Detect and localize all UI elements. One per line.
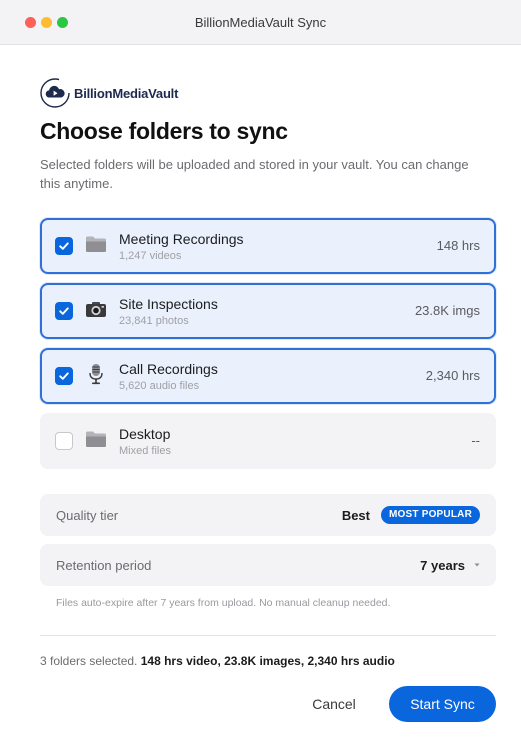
folder-row-desktop[interactable]: Desktop Mixed files --: [40, 413, 496, 469]
folder-size: 2,340 hrs: [425, 368, 480, 383]
folder-item-count: 23,841 photos: [119, 315, 189, 327]
folder-row-meeting-recordings[interactable]: Meeting Recordings 1,247 videos 148 hrs: [40, 218, 496, 274]
folder-row-site-inspections[interactable]: Site Inspections 23,841 photos 23.8K img…: [40, 283, 496, 339]
folder-checkbox[interactable]: [55, 432, 73, 450]
page-title: Choose folders to sync: [40, 118, 288, 144]
folder-row-call-recordings[interactable]: Call Recordings 5,620 audio files 2,340 …: [40, 348, 496, 404]
microphone-icon: [84, 362, 108, 386]
retention-period-select[interactable]: Retention period 7 years: [40, 544, 496, 586]
folder-icon: [84, 427, 108, 451]
folder-name: Desktop: [119, 426, 171, 442]
folder-name: Meeting Recordings: [119, 231, 244, 247]
divider: [40, 635, 496, 636]
brand-name: BillionMediaVault: [74, 85, 179, 101]
quality-tier-value: Best: [341, 508, 370, 523]
folder-checkbox[interactable]: [55, 237, 73, 255]
folder-item-count: 1,247 videos: [119, 250, 182, 262]
folder-name: Call Recordings: [119, 361, 218, 377]
most-popular-badge: MOST POPULAR: [381, 506, 480, 524]
selection-details: 148 hrs video, 23.8K images, 2,340 hrs a…: [140, 654, 395, 668]
folder-item-count: 5,620 audio files: [119, 380, 200, 392]
cancel-button[interactable]: Cancel: [300, 688, 368, 720]
window-title: BillionMediaVault Sync: [194, 15, 327, 30]
quality-tier-row[interactable]: Quality tier Best MOST POPULAR: [40, 494, 496, 536]
retention-period-label: Retention period: [56, 558, 152, 573]
folder-checkbox[interactable]: [55, 302, 73, 320]
checkmark-icon: [59, 242, 69, 250]
window-titlebar: BillionMediaVault Sync: [0, 0, 521, 45]
checkmark-icon: [59, 307, 69, 315]
selection-summary: 3 folders selected. 148 hrs video, 23.8K…: [40, 654, 395, 668]
camera-icon: [84, 297, 108, 321]
cloud-play-icon: [40, 78, 70, 108]
folder-size: 23.8K imgs: [414, 303, 480, 318]
start-sync-button[interactable]: Start Sync: [389, 686, 496, 722]
page-subtitle: Selected folders will be uploaded and st…: [40, 157, 469, 191]
selection-count: 3 folders selected.: [40, 654, 138, 668]
quality-tier-label: Quality tier: [56, 508, 119, 523]
folder-name: Site Inspections: [119, 296, 218, 312]
chevron-down-icon: [474, 563, 480, 567]
checkmark-icon: [59, 372, 69, 380]
folder-size: --: [471, 433, 480, 448]
retention-period-value: 7 years: [420, 558, 465, 573]
folder-icon: [84, 232, 108, 256]
folder-checkbox[interactable]: [55, 367, 73, 385]
retention-note: Files auto-expire after 7 years from upl…: [56, 597, 391, 609]
folder-item-count: Mixed files: [119, 445, 171, 457]
brand-logo: BillionMediaVault: [40, 77, 178, 109]
folder-size: 148 hrs: [436, 238, 480, 253]
